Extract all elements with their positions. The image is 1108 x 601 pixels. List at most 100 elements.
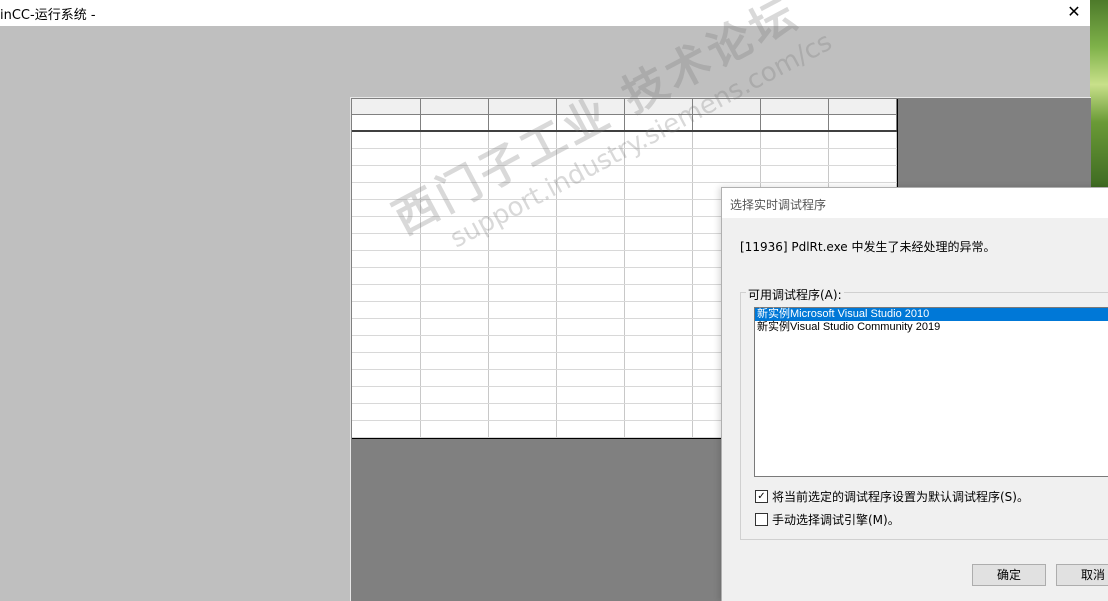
grid-cell[interactable] bbox=[488, 131, 557, 149]
grid-cell[interactable] bbox=[556, 420, 625, 438]
grid-cell[interactable] bbox=[556, 318, 625, 336]
grid-cell[interactable] bbox=[352, 335, 421, 353]
grid-cell[interactable] bbox=[556, 99, 625, 115]
grid-cell[interactable] bbox=[352, 301, 421, 319]
grid-cell[interactable] bbox=[488, 165, 557, 183]
grid-header-row[interactable] bbox=[352, 99, 898, 115]
grid-cell[interactable] bbox=[556, 114, 625, 132]
grid-cell[interactable] bbox=[624, 99, 693, 115]
grid-cell[interactable] bbox=[692, 148, 761, 166]
grid-cell[interactable] bbox=[692, 131, 761, 149]
grid-cell[interactable] bbox=[420, 148, 489, 166]
grid-cell[interactable] bbox=[556, 386, 625, 404]
grid-cell[interactable] bbox=[352, 386, 421, 404]
grid-cell[interactable] bbox=[488, 216, 557, 234]
grid-cell[interactable] bbox=[488, 352, 557, 370]
grid-cell[interactable] bbox=[556, 369, 625, 387]
grid-cell[interactable] bbox=[556, 352, 625, 370]
grid-cell[interactable] bbox=[488, 114, 557, 132]
grid-cell[interactable] bbox=[352, 284, 421, 302]
table-row[interactable] bbox=[352, 148, 898, 166]
grid-cell[interactable] bbox=[692, 165, 761, 183]
grid-cell[interactable] bbox=[352, 182, 421, 200]
grid-cell[interactable] bbox=[420, 318, 489, 336]
grid-cell[interactable] bbox=[420, 99, 489, 115]
grid-cell[interactable] bbox=[352, 114, 421, 132]
grid-cell[interactable] bbox=[352, 352, 421, 370]
grid-cell[interactable] bbox=[556, 250, 625, 268]
table-row[interactable] bbox=[352, 131, 898, 149]
grid-cell[interactable] bbox=[420, 199, 489, 217]
grid-cell[interactable] bbox=[624, 335, 693, 353]
grid-cell[interactable] bbox=[624, 216, 693, 234]
grid-cell[interactable] bbox=[488, 403, 557, 421]
grid-cell[interactable] bbox=[352, 131, 421, 149]
manual-engine-option[interactable]: 手动选择调试引擎(M)。 bbox=[755, 511, 900, 528]
grid-cell[interactable] bbox=[624, 148, 693, 166]
grid-cell[interactable] bbox=[556, 335, 625, 353]
grid-cell[interactable] bbox=[624, 131, 693, 149]
grid-cell[interactable] bbox=[488, 420, 557, 438]
grid-cell[interactable] bbox=[352, 148, 421, 166]
grid-cell[interactable] bbox=[352, 369, 421, 387]
grid-cell[interactable] bbox=[556, 182, 625, 200]
grid-cell[interactable] bbox=[760, 131, 829, 149]
grid-cell[interactable] bbox=[352, 216, 421, 234]
grid-cell[interactable] bbox=[420, 369, 489, 387]
grid-cell[interactable] bbox=[420, 114, 489, 132]
grid-cell[interactable] bbox=[352, 403, 421, 421]
grid-cell[interactable] bbox=[420, 284, 489, 302]
debugger-list[interactable]: 新实例Microsoft Visual Studio 2010 新实例Visua… bbox=[754, 307, 1108, 477]
grid-cell[interactable] bbox=[420, 250, 489, 268]
grid-cell[interactable] bbox=[828, 148, 898, 166]
grid-cell[interactable] bbox=[420, 386, 489, 404]
grid-cell[interactable] bbox=[624, 182, 693, 200]
grid-cell[interactable] bbox=[624, 318, 693, 336]
grid-cell[interactable] bbox=[488, 284, 557, 302]
grid-cell[interactable] bbox=[352, 250, 421, 268]
grid-cell[interactable] bbox=[624, 386, 693, 404]
grid-cell[interactable] bbox=[624, 165, 693, 183]
grid-cell[interactable] bbox=[624, 250, 693, 268]
grid-cell[interactable] bbox=[352, 99, 421, 115]
debugger-item-vs2010[interactable]: 新实例Microsoft Visual Studio 2010 bbox=[755, 308, 1108, 321]
grid-cell[interactable] bbox=[624, 352, 693, 370]
grid-cell[interactable] bbox=[556, 199, 625, 217]
grid-cell[interactable] bbox=[488, 267, 557, 285]
cancel-button[interactable]: 取消 bbox=[1056, 564, 1108, 586]
grid-cell[interactable] bbox=[352, 267, 421, 285]
grid-cell[interactable] bbox=[488, 250, 557, 268]
grid-cell[interactable] bbox=[624, 369, 693, 387]
grid-cell[interactable] bbox=[624, 114, 693, 132]
grid-cell[interactable] bbox=[420, 352, 489, 370]
grid-cell[interactable] bbox=[828, 114, 898, 132]
grid-cell[interactable] bbox=[352, 165, 421, 183]
set-default-checkbox[interactable]: ✓ bbox=[755, 490, 768, 503]
grid-cell[interactable] bbox=[420, 403, 489, 421]
grid-cell[interactable] bbox=[556, 148, 625, 166]
grid-cell[interactable] bbox=[420, 216, 489, 234]
grid-cell[interactable] bbox=[828, 99, 898, 115]
grid-cell[interactable] bbox=[420, 131, 489, 149]
grid-cell[interactable] bbox=[488, 233, 557, 251]
grid-cell[interactable] bbox=[420, 301, 489, 319]
grid-cell[interactable] bbox=[624, 420, 693, 438]
grid-cell[interactable] bbox=[692, 99, 761, 115]
grid-cell[interactable] bbox=[828, 165, 898, 183]
grid-cell[interactable] bbox=[420, 335, 489, 353]
grid-cell[interactable] bbox=[760, 148, 829, 166]
grid-cell[interactable] bbox=[488, 148, 557, 166]
close-icon[interactable]: ✕ bbox=[1064, 2, 1084, 22]
grid-cell[interactable] bbox=[352, 318, 421, 336]
table-row[interactable] bbox=[352, 165, 898, 183]
grid-cell[interactable] bbox=[488, 318, 557, 336]
grid-cell[interactable] bbox=[352, 420, 421, 438]
grid-cell[interactable] bbox=[624, 284, 693, 302]
grid-cell[interactable] bbox=[828, 131, 898, 149]
grid-cell[interactable] bbox=[556, 165, 625, 183]
grid-cell[interactable] bbox=[420, 420, 489, 438]
grid-header-row-2[interactable] bbox=[352, 114, 898, 132]
grid-cell[interactable] bbox=[556, 131, 625, 149]
grid-cell[interactable] bbox=[556, 233, 625, 251]
grid-cell[interactable] bbox=[760, 165, 829, 183]
